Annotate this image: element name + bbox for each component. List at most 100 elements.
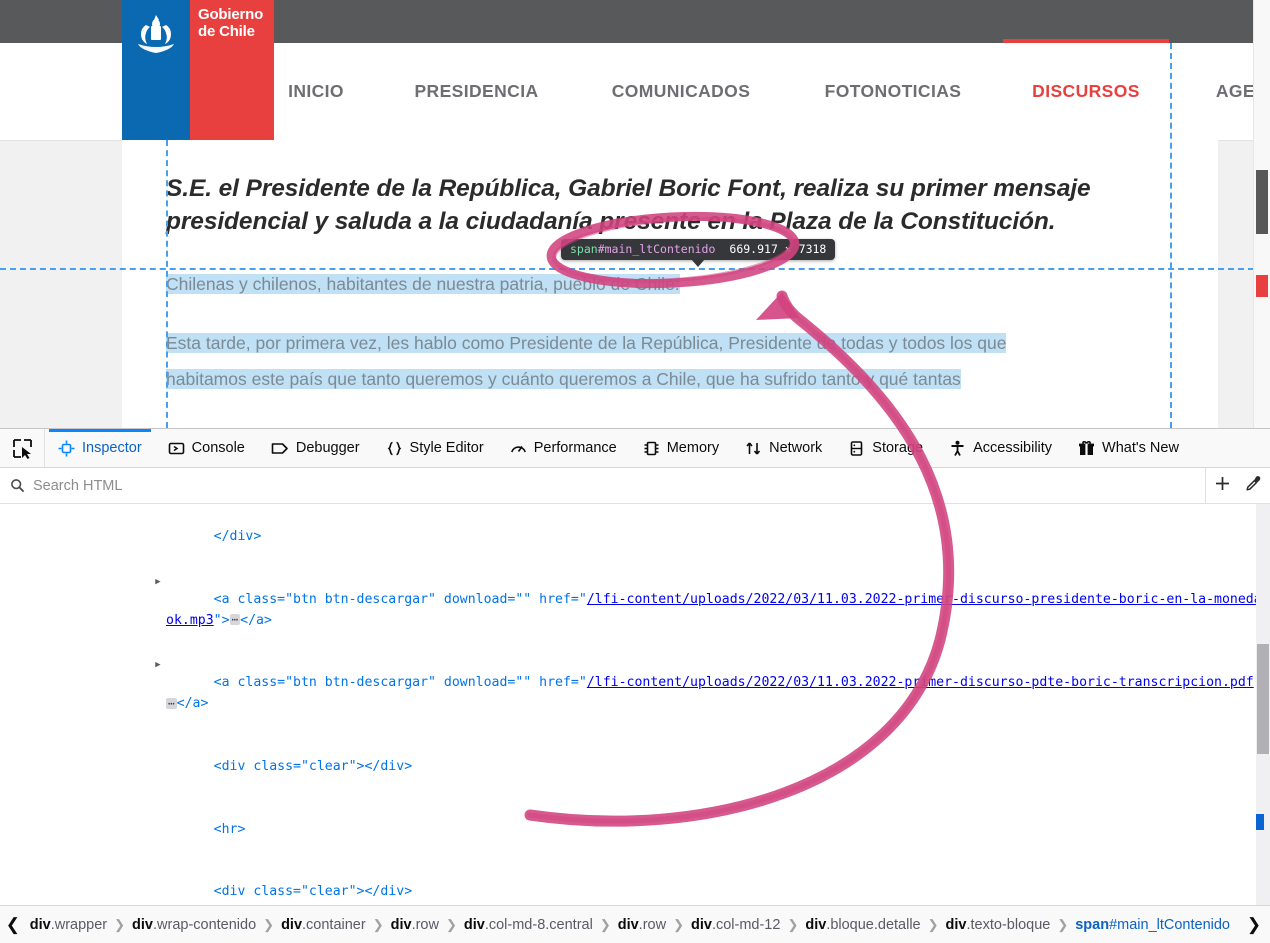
markup-text: <a class="btn btn-descargar" download=""… bbox=[214, 592, 587, 607]
tab-network[interactable]: Network bbox=[732, 429, 835, 467]
tab-label: What's New bbox=[1102, 441, 1179, 456]
node-badge-id: #main_ltContenido bbox=[598, 242, 716, 256]
markup-scrollbar[interactable] bbox=[1256, 504, 1270, 912]
expand-twisty-icon[interactable]: ▶ bbox=[152, 655, 164, 676]
breadcrumb-item-div-container[interactable]: div.container bbox=[281, 917, 366, 933]
page-scrollbar-thumb[interactable] bbox=[1256, 170, 1268, 234]
breadcrumb-element: span bbox=[1075, 917, 1109, 933]
devtools-search-bar bbox=[0, 468, 1270, 504]
breadcrumb-class: .col-md-12 bbox=[712, 917, 781, 933]
breadcrumb-separator-icon: ❯ bbox=[263, 917, 274, 933]
nav-label: DISCURSOS bbox=[1032, 81, 1140, 102]
tab-console[interactable]: Console bbox=[155, 429, 258, 467]
devtools-search-actions bbox=[1205, 468, 1270, 503]
breadcrumb-separator-icon: ❯ bbox=[600, 917, 611, 933]
breadcrumb-item-div-bloque-detalle[interactable]: div.bloque.detalle bbox=[805, 917, 920, 933]
plus-icon[interactable] bbox=[1214, 475, 1231, 497]
style-editor-icon bbox=[386, 440, 403, 457]
network-icon bbox=[745, 440, 762, 457]
breadcrumb-item-div-row-1[interactable]: div.row bbox=[391, 917, 439, 933]
search-icon bbox=[10, 478, 25, 493]
tab-debugger[interactable]: Debugger bbox=[258, 429, 373, 467]
performance-icon bbox=[510, 440, 527, 457]
node-info-badge: span#main_ltContenido 669.917 × 7318 bbox=[561, 239, 835, 260]
console-icon bbox=[168, 440, 185, 457]
tab-accessibility[interactable]: Accessibility bbox=[936, 429, 1065, 467]
breadcrumb-element: div bbox=[391, 917, 412, 933]
breadcrumb-separator-icon: ❯ bbox=[787, 917, 798, 933]
search-input[interactable] bbox=[31, 477, 635, 495]
collapsed-content-icon[interactable]: ⋯ bbox=[230, 614, 241, 625]
tab-performance[interactable]: Performance bbox=[497, 429, 630, 467]
breadcrumb-list: div.wrapper ❯ div.wrap-contenido ❯ div.c… bbox=[26, 917, 1270, 933]
markup-text: <hr> bbox=[214, 822, 246, 837]
breadcrumb-class: .col-md-8.central bbox=[485, 917, 593, 933]
breadcrumb-scroll-right-button[interactable]: ❯ bbox=[1238, 906, 1270, 943]
tab-label: Performance bbox=[534, 441, 617, 456]
markup-line-anchor-mp3[interactable]: ▶ <a class="btn btn-descargar" download="… bbox=[0, 569, 1270, 653]
nav-label: INICIO bbox=[288, 81, 344, 102]
nav-label: COMUNICADOS bbox=[612, 81, 751, 102]
breadcrumb-item-div-wrap-contenido[interactable]: div.wrap-contenido bbox=[132, 917, 256, 933]
markup-line[interactable]: <hr> bbox=[0, 799, 1270, 862]
expand-twisty-icon[interactable]: ▶ bbox=[152, 572, 164, 593]
collapsed-content-icon[interactable]: ⋯ bbox=[166, 698, 177, 709]
tab-label: Style Editor bbox=[410, 441, 484, 456]
markup-line[interactable]: <div class="clear"></div> bbox=[0, 736, 1270, 799]
breadcrumb-item-span-main-ltcontenido[interactable]: span#main_ltContenido bbox=[1075, 917, 1230, 933]
node-badge-selector: span#main_ltContenido bbox=[570, 242, 715, 256]
tab-inspector[interactable]: Inspector bbox=[45, 429, 155, 467]
accessibility-icon bbox=[949, 440, 966, 457]
node-badge-tag: span bbox=[570, 242, 598, 256]
markup-scrollbar-thumb[interactable] bbox=[1257, 644, 1269, 754]
markup-close-tag: </a> bbox=[177, 696, 209, 711]
nav-item-fotonoticias[interactable]: FOTONOTICIAS bbox=[807, 43, 979, 140]
element-picker-button[interactable] bbox=[0, 429, 45, 467]
breadcrumb-item-div-col-md-8-central[interactable]: div.col-md-8.central bbox=[464, 917, 593, 933]
tab-label: Console bbox=[192, 441, 245, 456]
tab-label: Debugger bbox=[296, 441, 360, 456]
markup-tree-view[interactable]: </div> ▶ <a class="btn btn-descargar" dow… bbox=[0, 504, 1270, 914]
tab-style-editor[interactable]: Style Editor bbox=[373, 429, 497, 467]
page-scrollbar[interactable] bbox=[1253, 0, 1270, 428]
breadcrumb-element: div bbox=[30, 917, 51, 933]
breadcrumb-item-div-texto-bloque[interactable]: div.texto-bloque bbox=[946, 917, 1051, 933]
logo-red-panel: Gobierno de Chile bbox=[190, 0, 274, 140]
markup-line[interactable]: </div> bbox=[0, 506, 1270, 569]
breadcrumb-class: .row bbox=[639, 917, 666, 933]
eyedropper-icon[interactable] bbox=[1245, 475, 1262, 497]
breadcrumb-item-div-row-2[interactable]: div.row bbox=[618, 917, 666, 933]
nav-item-inicio[interactable]: INICIO bbox=[275, 43, 357, 140]
article-paragraph-2: Esta tarde, por primera vez, les hablo c… bbox=[166, 325, 1146, 398]
tab-storage[interactable]: Storage bbox=[835, 429, 936, 467]
nav-item-discursos[interactable]: DISCURSOS bbox=[1003, 43, 1169, 140]
logo-text-line1: Gobierno bbox=[198, 6, 263, 23]
breadcrumb-element: div bbox=[805, 917, 826, 933]
markup-scrollbar-selection-marker bbox=[1256, 814, 1264, 830]
markup-href-link[interactable]: /lfi-content/uploads/2022/03/11.03.2022-… bbox=[587, 675, 1254, 690]
gobierno-de-chile-logo[interactable]: Gobierno de Chile bbox=[122, 0, 274, 140]
breadcrumb-scroll-left-button[interactable]: ❮ bbox=[0, 915, 26, 935]
nav-label: PRESIDENCIA bbox=[414, 81, 538, 102]
whats-new-icon bbox=[1078, 440, 1095, 457]
page-scrollbar-marker bbox=[1256, 275, 1268, 297]
breadcrumb-class: .wrap-contenido bbox=[153, 917, 256, 933]
breadcrumb-element: div bbox=[132, 917, 153, 933]
tab-memory[interactable]: Memory bbox=[630, 429, 732, 467]
tab-label: Memory bbox=[667, 441, 719, 456]
nav-label: FOTONOTICIAS bbox=[825, 81, 962, 102]
nav-item-presidencia[interactable]: PRESIDENCIA bbox=[395, 43, 558, 140]
breadcrumb-element: div bbox=[281, 917, 302, 933]
breadcrumb-element: div bbox=[618, 917, 639, 933]
article-body: Chilenas y chilenos, habitantes de nuest… bbox=[166, 266, 1146, 398]
breadcrumb-separator-icon: ❯ bbox=[928, 917, 939, 933]
article-paragraph-1-text: Chilenas y chilenos, habitantes de nuest… bbox=[166, 274, 680, 294]
nav-item-comunicados[interactable]: COMUNICADOS bbox=[595, 43, 767, 140]
logo-blue-panel bbox=[122, 0, 190, 140]
tab-whats-new[interactable]: What's New bbox=[1065, 429, 1192, 467]
devtools-panel: Inspector Console Debugger Style Editor bbox=[0, 428, 1270, 943]
breadcrumb-separator-icon: ❯ bbox=[673, 917, 684, 933]
breadcrumb-item-div-wrapper[interactable]: div.wrapper bbox=[30, 917, 107, 933]
breadcrumb-item-div-col-md-12[interactable]: div.col-md-12 bbox=[691, 917, 780, 933]
markup-line-anchor-pdf[interactable]: ▶<a class="btn btn-descargar" download="… bbox=[0, 652, 1270, 736]
